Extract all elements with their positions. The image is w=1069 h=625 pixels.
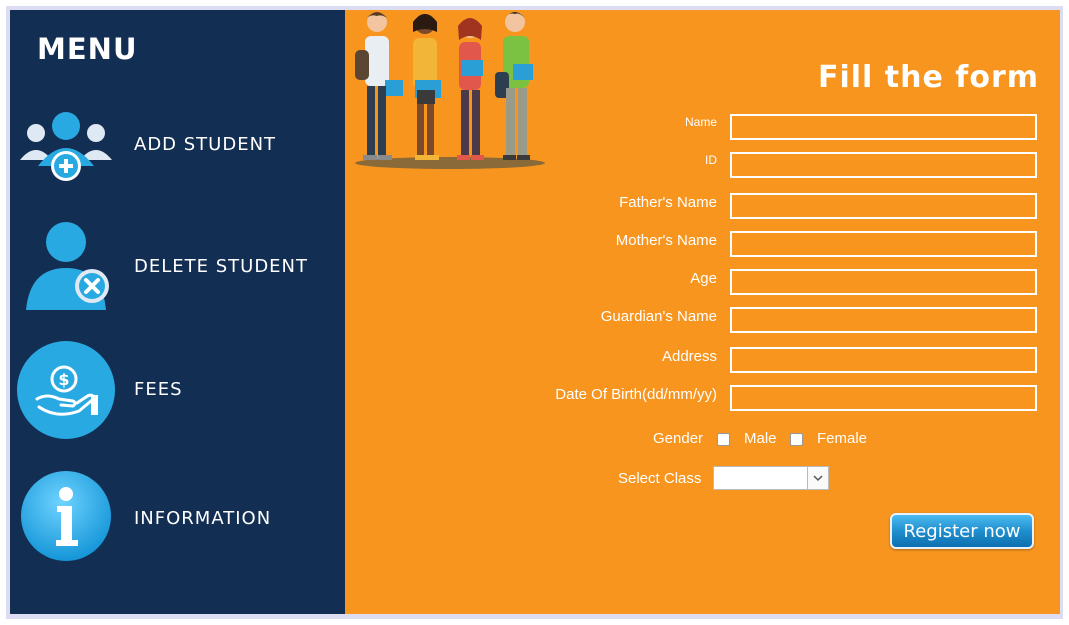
sidebar-item-add-student[interactable]: ADD STUDENT: [10, 88, 345, 198]
female-checkbox[interactable]: [790, 433, 803, 446]
address-label: Address: [661, 348, 717, 365]
students-illustration: [355, 12, 545, 169]
sidebar-item-fees[interactable]: $ FEES: [10, 334, 345, 444]
sidebar-item-label: INFORMATION: [134, 508, 272, 529]
fees-hand-coin-icon: $: [17, 341, 115, 439]
sidebar-item-delete-student[interactable]: DELETE STUDENT: [10, 210, 345, 320]
date-of-birth-label: Date Of Birth(dd/mm/yy): [555, 386, 717, 403]
guardians-name-label: Guardian's Name: [600, 308, 717, 325]
female-label: Female: [817, 430, 868, 447]
svg-text:$: $: [58, 370, 69, 389]
class-select[interactable]: [713, 466, 829, 490]
male-checkbox[interactable]: [717, 433, 730, 446]
menu-title: MENU: [37, 32, 138, 66]
main-form-panel: Fill the form Name ID Father's Name Moth…: [345, 10, 1060, 614]
id-label: ID: [705, 153, 717, 167]
register-button[interactable]: Register now: [890, 513, 1034, 549]
mothers-name-label: Mother's Name: [615, 232, 717, 249]
chevron-down-icon[interactable]: [807, 467, 828, 489]
name-field[interactable]: [730, 114, 1037, 140]
age-field[interactable]: [730, 269, 1037, 295]
date-of-birth-field[interactable]: [730, 385, 1037, 411]
mothers-name-field[interactable]: [730, 231, 1037, 257]
sidebar-item-label: ADD STUDENT: [134, 134, 277, 155]
delete-user-icon: [26, 222, 109, 310]
fathers-name-label: Father's Name: [619, 194, 717, 211]
fathers-name-field[interactable]: [730, 193, 1037, 219]
guardians-name-field[interactable]: [730, 307, 1037, 333]
add-users-icon: [20, 112, 112, 181]
name-label: Name: [684, 115, 717, 129]
information-icon: [21, 471, 111, 561]
male-label: Male: [744, 430, 777, 447]
sidebar-item-label: DELETE STUDENT: [134, 256, 309, 277]
sidebar: MENU ADD STUDENT DELETE STUDENT $ FEES I…: [10, 10, 345, 614]
select-class-label: Select Class: [618, 470, 702, 487]
address-field[interactable]: [730, 347, 1037, 373]
form-title: Fill the form: [818, 60, 1039, 95]
sidebar-item-label: FEES: [134, 379, 183, 400]
age-label: Age: [690, 270, 717, 287]
gender-label: Gender: [653, 430, 704, 447]
sidebar-item-information[interactable]: INFORMATION: [10, 462, 345, 572]
id-field[interactable]: [730, 152, 1037, 178]
